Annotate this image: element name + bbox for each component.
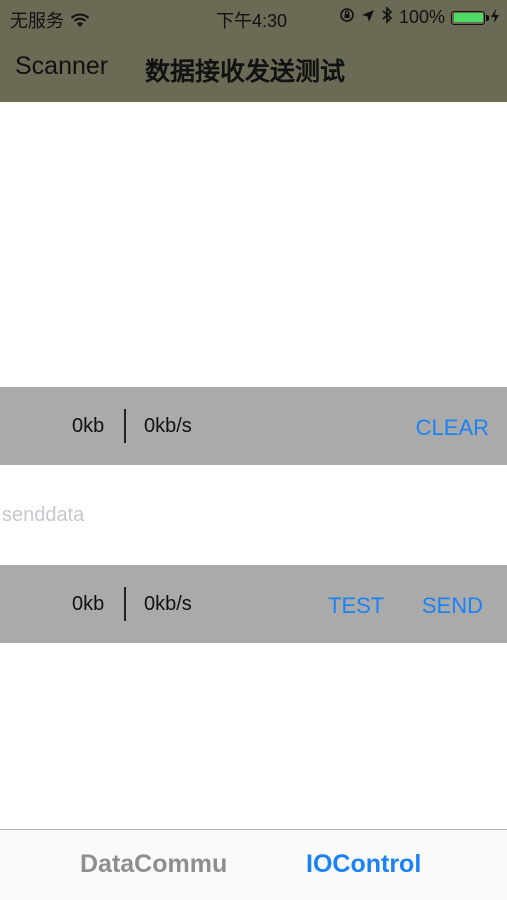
status-left: 无服务 xyxy=(10,7,90,33)
receive-rate: 0kb/s xyxy=(144,415,192,437)
location-icon xyxy=(361,7,375,28)
nav-back-label[interactable]: Scanner xyxy=(15,52,108,81)
send-stats-bar: 0kb 0kb/s TEST SEND xyxy=(0,565,507,643)
receive-stats-bar: 0kb 0kb/s CLEAR xyxy=(0,387,507,465)
battery-percent: 100% xyxy=(398,7,445,27)
bluetooth-icon xyxy=(381,6,393,29)
send-data-input[interactable] xyxy=(0,465,507,565)
top-bar: 无服务 下午4:30 100% Scanner 数据接收发送测试 xyxy=(0,0,507,102)
receive-size: 0kb xyxy=(72,415,105,437)
charging-icon xyxy=(491,7,499,28)
send-button[interactable]: SEND xyxy=(422,593,483,619)
nav-title: 数据接收发送测试 xyxy=(145,58,346,86)
battery-icon xyxy=(451,10,489,25)
app-screen: 无服务 下午4:30 100% Scanner 数据接收发送测试 0kb 0kb… xyxy=(0,0,507,900)
orientation-lock-icon xyxy=(339,7,355,28)
receive-divider xyxy=(124,409,126,443)
tab-datacommu[interactable]: DataCommu xyxy=(80,850,227,879)
battery-tip xyxy=(486,14,489,21)
wifi-icon xyxy=(70,13,90,28)
test-button[interactable]: TEST xyxy=(328,593,384,619)
status-right: 100% xyxy=(339,6,499,29)
tab-iocontrol[interactable]: IOControl xyxy=(306,850,421,879)
tab-bar: DataCommu IOControl xyxy=(0,829,507,900)
status-time: 下午4:30 xyxy=(216,11,288,31)
status-bar: 无服务 下午4:30 100% xyxy=(0,0,507,36)
nav-bar: Scanner 数据接收发送测试 xyxy=(0,36,507,102)
clear-button[interactable]: CLEAR xyxy=(416,415,489,441)
send-size: 0kb xyxy=(72,593,105,615)
battery-fill xyxy=(453,13,483,22)
send-rate: 0kb/s xyxy=(144,593,192,615)
carrier-label: 无服务 xyxy=(10,11,64,31)
send-divider xyxy=(124,587,126,621)
receive-data-area[interactable] xyxy=(0,102,507,387)
